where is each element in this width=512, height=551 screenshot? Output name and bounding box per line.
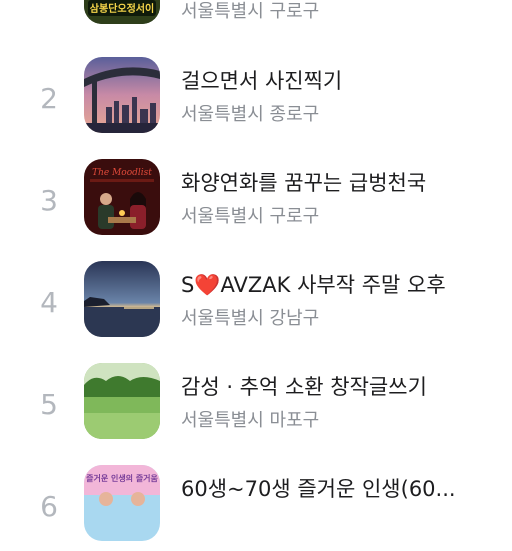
group-thumbnail <box>84 57 160 133</box>
list-item[interactable]: 3 The Moodlist 화양연화를 꿈꾸는 급벙천국 서울특별시 구로구 <box>0 149 512 245</box>
group-thumbnail: The Moodlist <box>84 159 160 235</box>
location-text: 서울특별시 구로구 <box>181 1 320 22</box>
ranking-list: 1 삼봉단오정서이 서울특별시 구로구 2 걸으면서 사진찍기 서울특별시 종로… <box>0 0 512 541</box>
rank-number: 3 <box>40 184 58 217</box>
group-thumbnail: 즐거운 인생의 즐거움 <box>84 465 160 541</box>
list-item[interactable]: 2 걸으면서 사진찍기 서울특별시 종로구 <box>0 47 512 143</box>
rank-number: 1 <box>39 0 59 18</box>
location-text: 서울특별시 구로구 <box>181 206 320 227</box>
group-title: 걸으면서 사진찍기 <box>181 69 343 93</box>
rank-number: 2 <box>40 82 58 115</box>
location-text: 서울특별시 강남구 <box>181 308 320 329</box>
rank-number: 5 <box>40 388 58 421</box>
list-item[interactable]: 1 삼봉단오정서이 서울특별시 구로구 <box>0 0 512 34</box>
group-title: S❤️AVZAK 사부작 주말 오후 <box>181 273 446 297</box>
group-title: 60생~70생 즐거운 인생(60... <box>181 477 456 501</box>
group-title: 화양연화를 꿈꾸는 급벙천국 <box>181 171 427 195</box>
group-title: 감성 · 추억 소환 창작글쓰기 <box>181 375 427 399</box>
thumbnail-caption: The Moodlist <box>92 168 152 178</box>
thumbnail-caption: 삼봉단오정서이 <box>90 2 154 15</box>
group-thumbnail <box>84 261 160 337</box>
group-thumbnail <box>84 363 160 439</box>
rank-number: 4 <box>40 286 58 319</box>
rank-number: 6 <box>40 490 58 523</box>
list-item[interactable]: 5 감성 · 추억 소환 창작글쓰기 서울특별시 마포구 <box>0 353 512 449</box>
list-item[interactable]: 4 S❤️AVZAK 사부작 주말 오후 서울특별시 강남구 <box>0 251 512 347</box>
group-thumbnail: 삼봉단오정서이 <box>84 0 160 24</box>
thumbnail-caption: 즐거운 인생의 즐거움 <box>86 473 158 483</box>
list-item[interactable]: 6 즐거운 인생의 즐거움 60생~70생 즐거운 인생(60... <box>0 455 512 551</box>
location-text: 서울특별시 마포구 <box>181 410 320 431</box>
location-text: 서울특별시 종로구 <box>181 104 320 125</box>
